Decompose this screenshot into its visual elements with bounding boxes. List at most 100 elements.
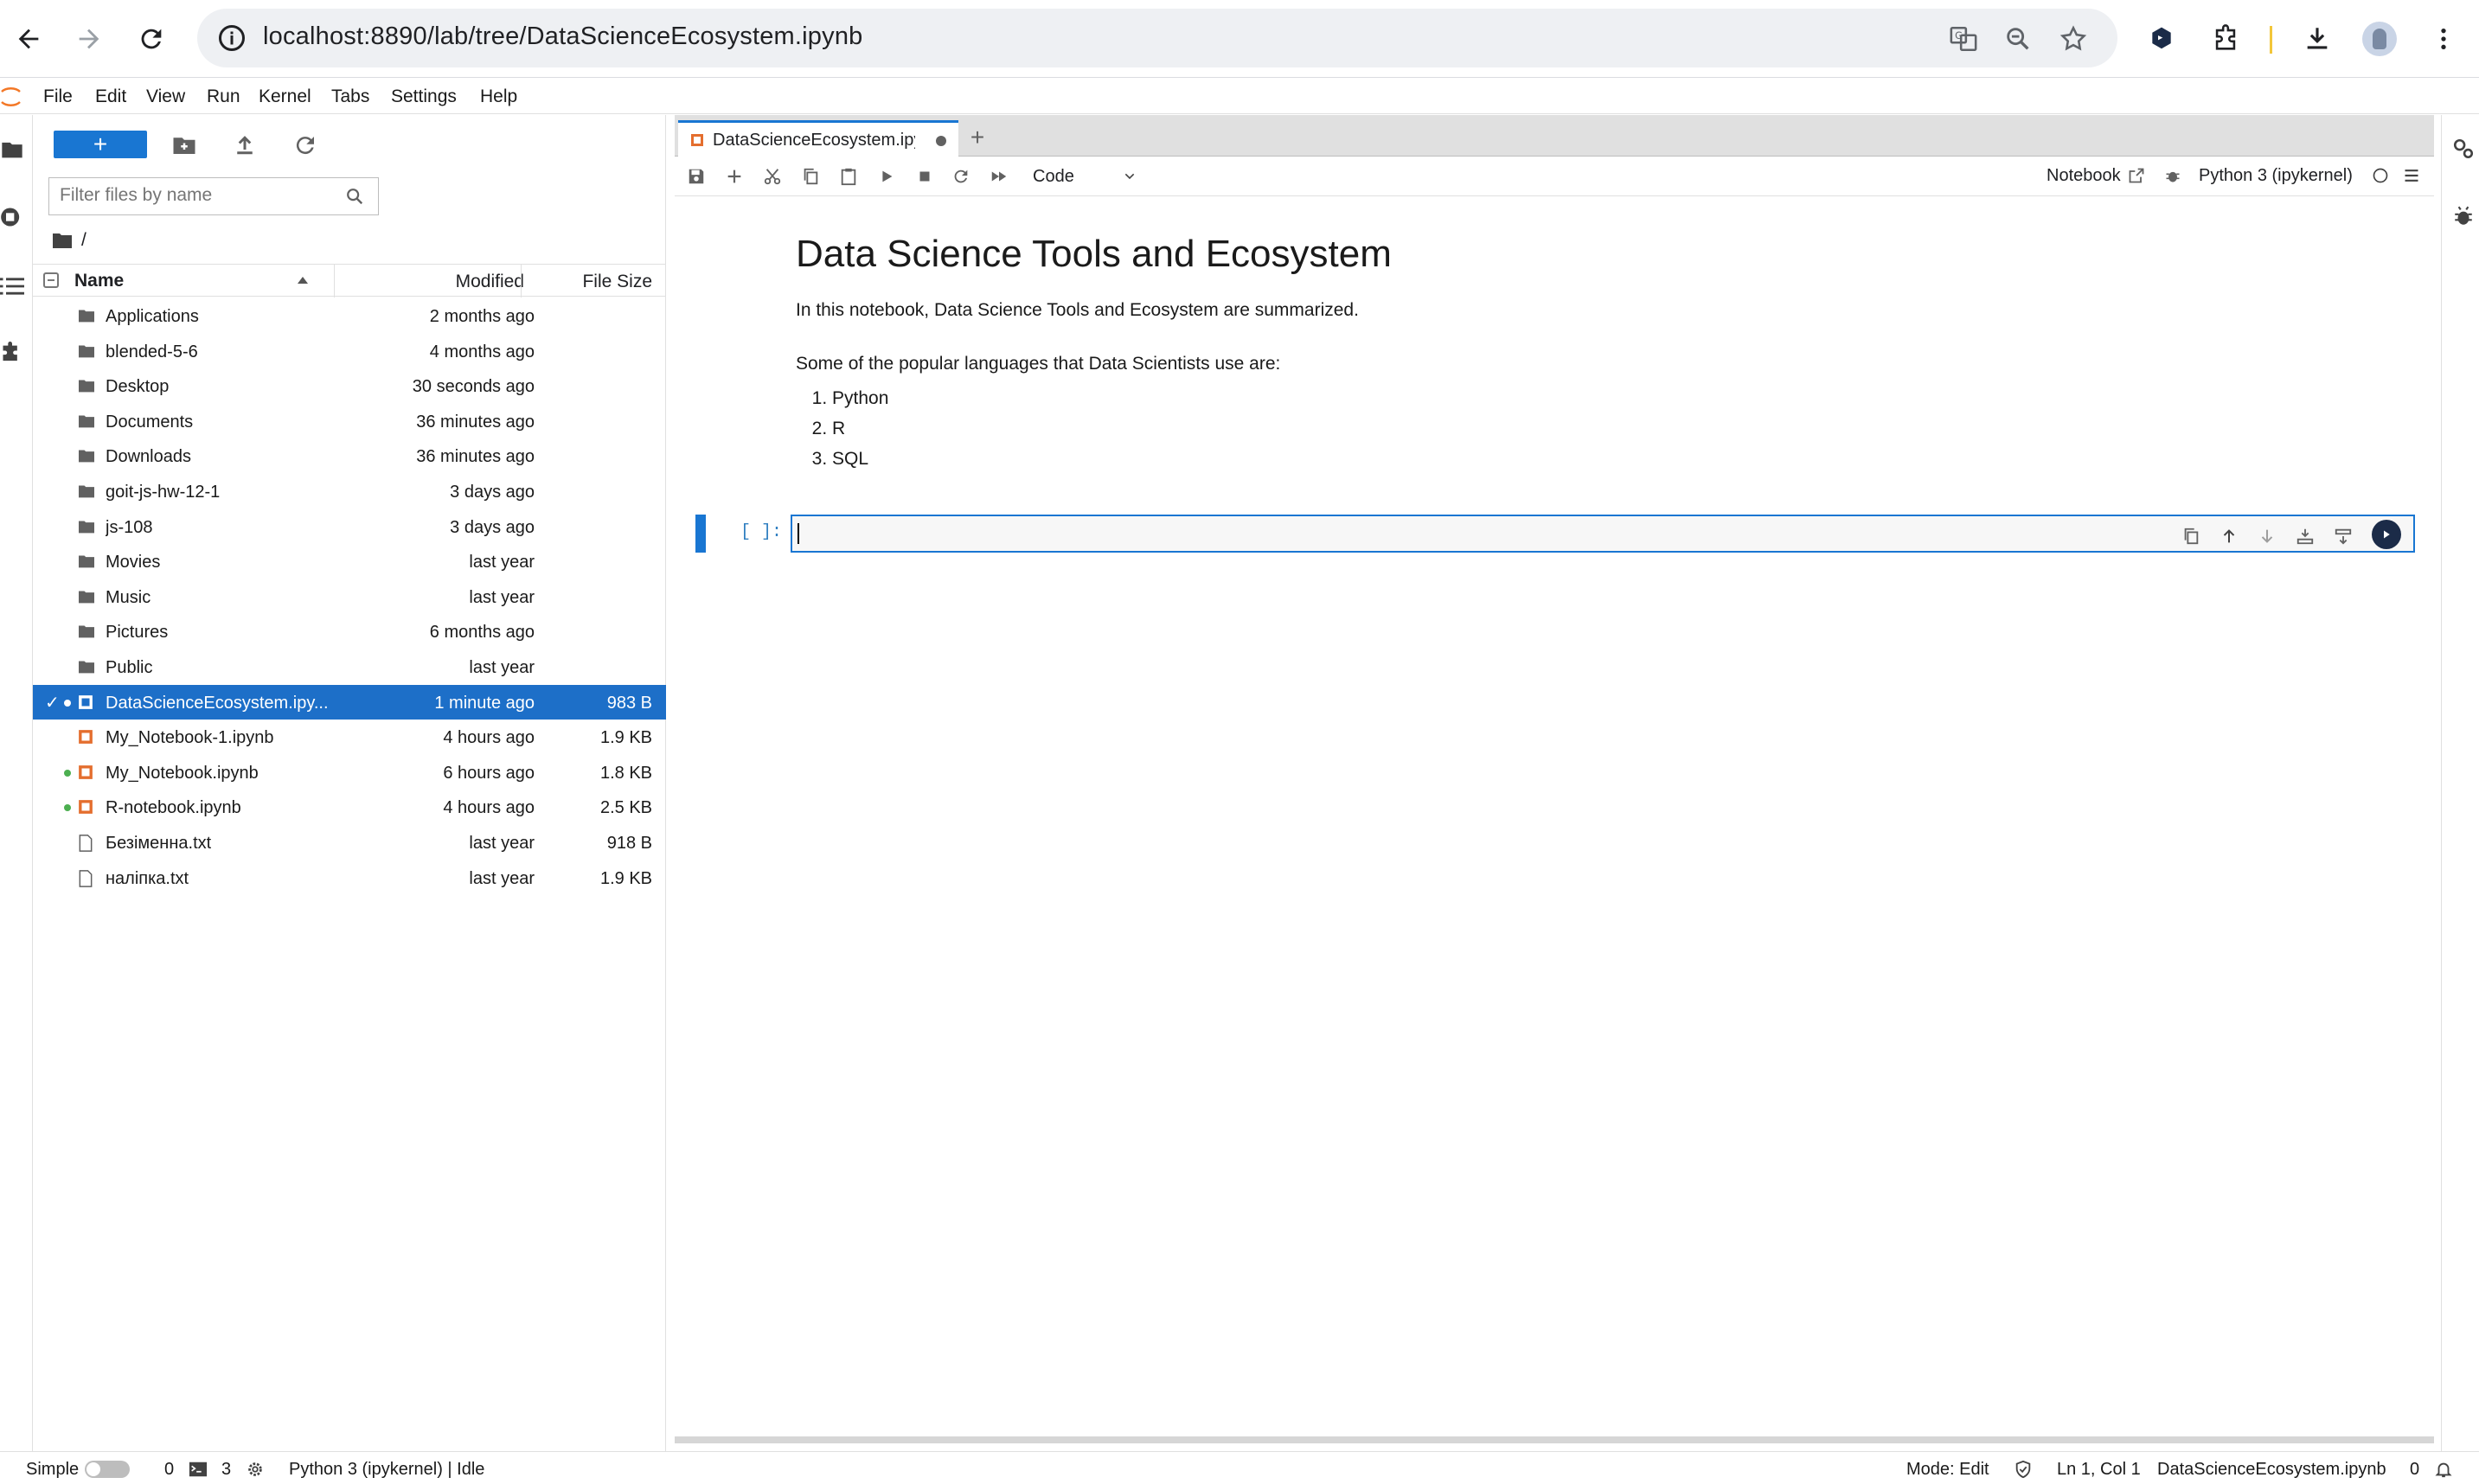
cursor-position[interactable]: Ln 1, Col 1 — [2057, 1460, 2141, 1480]
home-folder-icon[interactable] — [52, 231, 73, 250]
copy-icon[interactable] — [801, 167, 820, 186]
markdown-cell[interactable]: Data Science Tools and Ecosystem In this… — [796, 233, 2353, 479]
insert-below-icon[interactable] — [2334, 527, 2353, 546]
upload-icon[interactable] — [232, 132, 258, 158]
file-row[interactable]: Безіменна.txt last year 918 B — [33, 825, 666, 860]
file-row[interactable]: My_Notebook.ipynb 6 hours ago 1.8 KB — [33, 755, 666, 790]
edit-mode: Mode: Edit — [1906, 1460, 1989, 1479]
unsaved-indicator-icon[interactable] — [936, 136, 946, 146]
refresh-icon[interactable] — [292, 132, 318, 158]
forward-button[interactable] — [67, 17, 111, 61]
file-row[interactable]: My_Notebook-1.ipynb 4 hours ago 1.9 KB — [33, 720, 666, 755]
paste-icon[interactable] — [839, 167, 858, 186]
file-row[interactable]: js-108 3 days ago — [33, 509, 666, 545]
file-row[interactable]: Applications 2 months ago — [33, 298, 666, 334]
file-row[interactable]: goit-js-hw-12-1 3 days ago — [33, 474, 666, 509]
breadcrumb[interactable]: / — [52, 227, 86, 253]
menu-edit[interactable]: Edit — [95, 86, 126, 107]
code-cell[interactable]: [ ]: — [695, 515, 2415, 553]
notification-count[interactable]: 0 — [2410, 1460, 2419, 1480]
debugger-icon[interactable] — [2452, 205, 2475, 227]
code-editor[interactable] — [791, 515, 2415, 553]
filter-input[interactable] — [49, 178, 326, 213]
ai-assistant-button[interactable] — [2372, 520, 2401, 549]
file-row[interactable]: Downloads 36 minutes ago — [33, 438, 666, 474]
new-tab-button[interactable]: + — [964, 124, 991, 151]
menu-help[interactable]: Help — [480, 86, 517, 107]
insert-cell-icon[interactable] — [725, 167, 744, 186]
insert-above-icon[interactable] — [2296, 527, 2315, 546]
breadcrumb-path[interactable]: / — [81, 230, 86, 251]
file-filter[interactable] — [48, 177, 379, 215]
external-link-icon[interactable] — [2128, 167, 2145, 184]
open-in-notebook-link[interactable]: Notebook — [2047, 166, 2121, 186]
notebook-tab[interactable]: DataScienceEcosystem.ipynb — [678, 120, 958, 157]
zoom-icon[interactable] — [2003, 24, 2033, 54]
kernel-gear-icon[interactable] — [246, 1460, 265, 1479]
downloads-button[interactable] — [2296, 17, 2339, 61]
sort-caret-icon[interactable] — [298, 277, 308, 284]
save-icon[interactable] — [687, 167, 706, 186]
debugger-toggle-icon[interactable] — [2164, 167, 2181, 184]
kernel-idle-icon — [2373, 168, 2388, 183]
site-info-icon[interactable] — [216, 22, 247, 54]
hamburger-menu-icon[interactable] — [2403, 167, 2420, 184]
column-divider[interactable] — [334, 265, 335, 297]
extension-button[interactable] — [2140, 17, 2183, 61]
file-row[interactable]: Public last year — [33, 649, 666, 685]
new-launcher-button[interactable]: + — [54, 131, 147, 158]
kernel-name[interactable]: Python 3 (ipykernel) — [2199, 166, 2353, 186]
menu-view[interactable]: View — [146, 86, 185, 107]
trust-shield-icon[interactable] — [2014, 1460, 2033, 1479]
bookmark-star-icon[interactable] — [2059, 24, 2088, 54]
cell-collapser[interactable] — [695, 515, 706, 553]
translate-icon[interactable]: G — [1949, 24, 1978, 54]
terminal-icon[interactable] — [189, 1460, 208, 1479]
cut-icon[interactable] — [763, 167, 782, 186]
column-divider[interactable] — [521, 265, 522, 297]
file-row[interactable]: Movies last year — [33, 544, 666, 579]
file-row[interactable]: Pictures 6 months ago — [33, 614, 666, 649]
extension-manager-icon[interactable] — [0, 342, 24, 366]
new-folder-icon[interactable] — [171, 132, 197, 158]
bell-icon[interactable] — [2434, 1460, 2453, 1479]
file-row[interactable]: ✓ DataScienceEcosystem.ipy... 1 minute ago… — [33, 684, 666, 720]
column-file-size[interactable]: File Size — [582, 272, 652, 292]
menu-tabs[interactable]: Tabs — [331, 86, 369, 107]
select-all-checkbox[interactable] — [43, 272, 59, 288]
menu-kernel[interactable]: Kernel — [259, 86, 311, 107]
file-row[interactable]: R-notebook.ipynb 4 hours ago 2.5 KB — [33, 790, 666, 825]
running-sessions-icon[interactable] — [0, 205, 24, 229]
file-row[interactable]: Music last year — [33, 579, 666, 615]
column-name[interactable]: Name — [74, 271, 124, 291]
fast-forward-icon[interactable] — [990, 167, 1009, 186]
cell-type-select[interactable]: Code — [1028, 162, 1142, 191]
move-down-icon[interactable] — [2258, 527, 2277, 546]
menu-settings[interactable]: Settings — [391, 86, 457, 107]
column-modified[interactable]: Modified — [456, 272, 524, 292]
restart-icon[interactable] — [951, 167, 970, 186]
kernel-count[interactable]: 3 — [221, 1460, 231, 1480]
terminal-count[interactable]: 0 — [164, 1460, 174, 1480]
file-row[interactable]: Desktop 30 seconds ago — [33, 368, 666, 404]
folder-sidebar-icon[interactable] — [0, 138, 24, 162]
table-of-contents-icon[interactable] — [0, 274, 24, 298]
property-inspector-icon[interactable] — [2452, 138, 2475, 160]
file-row[interactable]: налiпка.txt last year 1.9 KB — [33, 860, 666, 896]
kernel-status[interactable]: Python 3 (ipykernel) | Idle — [289, 1460, 484, 1480]
menu-run[interactable]: Run — [207, 86, 240, 107]
extensions-menu-button[interactable] — [2204, 17, 2247, 61]
file-row[interactable]: Documents 36 minutes ago — [33, 404, 666, 439]
address-bar[interactable]: localhost:8890/lab/tree/DataScienceEcosy… — [197, 9, 2117, 67]
run-icon[interactable] — [877, 167, 896, 186]
back-button[interactable] — [7, 17, 50, 61]
menu-file[interactable]: File — [43, 86, 73, 107]
simple-mode-toggle[interactable] — [85, 1461, 130, 1478]
file-row[interactable]: blended-5-6 4 months ago — [33, 334, 666, 369]
profile-button[interactable] — [2358, 17, 2401, 61]
move-up-icon[interactable] — [2220, 527, 2239, 546]
stop-icon[interactable] — [915, 167, 934, 186]
duplicate-cell-icon[interactable] — [2181, 527, 2200, 546]
reload-button[interactable] — [130, 17, 173, 61]
browser-menu-button[interactable] — [2422, 17, 2465, 61]
